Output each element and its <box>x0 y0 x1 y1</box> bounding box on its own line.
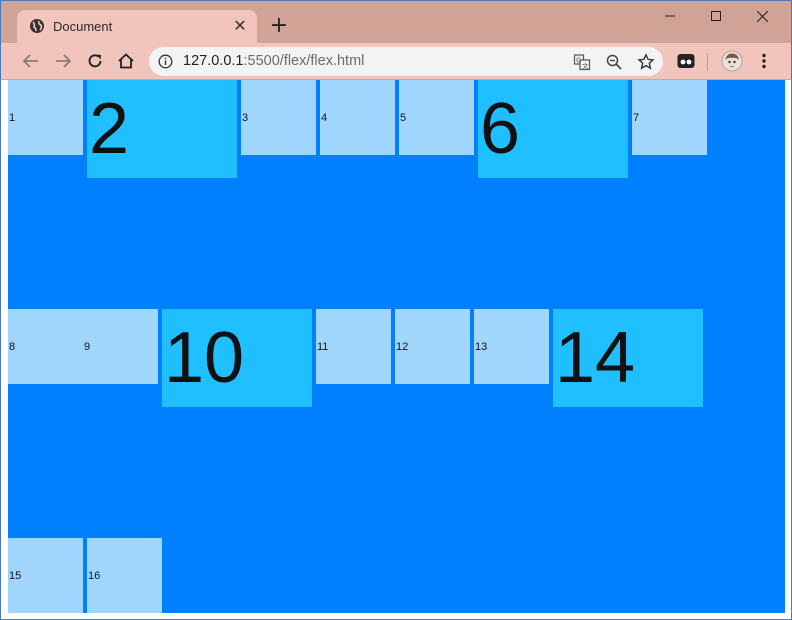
flex-item-10: 10 <box>162 309 312 407</box>
home-icon <box>118 53 134 69</box>
flex-item-3: 3 <box>241 80 316 155</box>
flex-item-12: 12 <box>395 309 470 384</box>
flex-item-6: 6 <box>478 80 628 178</box>
flex-item-14: 14 <box>553 309 703 407</box>
profile-button[interactable] <box>720 49 744 73</box>
translate-icon[interactable]: G 文 <box>573 53 591 71</box>
back-button[interactable] <box>19 49 43 73</box>
browser-menu-button[interactable] <box>752 49 776 73</box>
flex-item-4: 4 <box>320 80 395 155</box>
back-arrow-icon <box>22 54 38 68</box>
zoom-out-icon[interactable] <box>605 53 623 71</box>
tab-close-icon[interactable]: ✕ <box>231 17 249 35</box>
avatar <box>721 50 743 72</box>
forward-arrow-icon <box>56 54 72 68</box>
globe-icon <box>29 18 45 34</box>
maximize-icon <box>711 11 721 21</box>
browser-toolbar: 127.0.0.1:5500/flex/flex.html G 文 <box>1 43 791 80</box>
new-tab-button[interactable]: + <box>267 15 291 39</box>
forward-button[interactable] <box>51 49 75 73</box>
title-bar: Document ✕ + <box>1 1 791 43</box>
flex-container: 1 2 3 4 5 6 7 8 9 10 11 12 13 14 15 16 <box>8 80 785 613</box>
minimize-icon <box>665 15 675 17</box>
minimize-button[interactable] <box>647 1 693 31</box>
flex-item-2: 2 <box>87 80 237 178</box>
url-text: 127.0.0.1:5500/flex/flex.html <box>183 53 364 69</box>
tab-title: Document <box>53 19 113 34</box>
url-path: :5500/flex/flex.html <box>243 53 365 69</box>
kebab-menu-icon <box>762 53 766 69</box>
svg-text:文: 文 <box>582 61 589 70</box>
extension-icon <box>677 54 695 68</box>
home-button[interactable] <box>114 49 138 73</box>
star-icon[interactable] <box>637 53 655 71</box>
flex-item-13: 13 <box>474 309 549 384</box>
extension-button[interactable] <box>674 49 698 73</box>
flex-item-11: 11 <box>316 309 391 384</box>
flex-item-8: 8 <box>8 309 83 384</box>
reload-button[interactable] <box>83 49 107 73</box>
maximize-button[interactable] <box>693 1 739 31</box>
info-icon[interactable] <box>158 54 173 69</box>
tab-document[interactable]: Document ✕ <box>17 10 257 43</box>
flex-item-1: 1 <box>8 80 83 155</box>
url-host: 127.0.0.1 <box>183 53 244 69</box>
reload-icon <box>88 54 102 68</box>
browser-window: Document ✕ + 127.0.0.1:5500/flex/flex.ht… <box>0 0 792 620</box>
page-viewport: 1 2 3 4 5 6 7 8 9 10 11 12 13 14 15 16 <box>1 80 791 619</box>
flex-item-9: 9 <box>83 309 158 384</box>
flex-item-5: 5 <box>399 80 474 155</box>
flex-item-15: 15 <box>8 538 83 613</box>
window-close-button[interactable] <box>739 1 785 31</box>
toolbar-divider <box>707 53 708 71</box>
flex-item-7: 7 <box>632 80 707 155</box>
address-bar[interactable]: 127.0.0.1:5500/flex/flex.html G 文 <box>149 47 663 76</box>
close-icon <box>756 10 768 22</box>
flex-item-16: 16 <box>87 538 162 613</box>
svg-text:G: G <box>576 57 581 65</box>
